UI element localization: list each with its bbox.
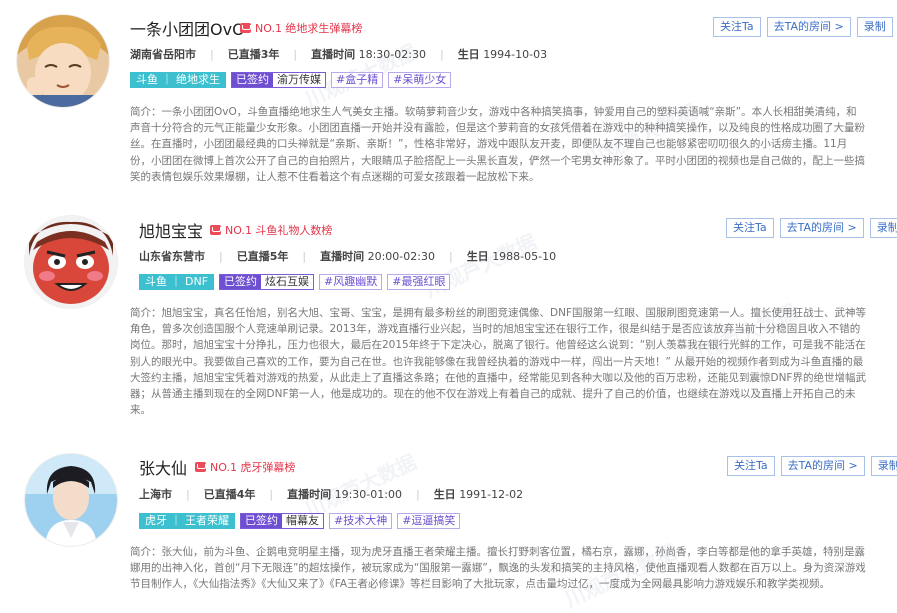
crown-icon (240, 23, 251, 33)
avatar[interactable] (17, 15, 109, 107)
rank-text: NO.1 绝地求生弹幕榜 (255, 22, 363, 35)
hash-tag[interactable]: #盒子精 (331, 72, 384, 88)
signed-agency: 帽幕友 (282, 514, 323, 528)
signed-agency: 渝万传媒 (273, 73, 325, 87)
record-button[interactable]: 录制 (869, 218, 897, 238)
signed-tag[interactable]: 已签约 炫石互娱 (219, 274, 315, 290)
divider: | (293, 47, 298, 61)
streamer-meta: 上海市 | 已直播4年 | 直播时间 19:30-01:00 | 生日 1991… (139, 486, 523, 502)
go-to-room-button[interactable]: 去TA的房间 > (766, 17, 851, 37)
signed-agency: 炫石互娱 (261, 275, 314, 289)
crown-icon (195, 462, 206, 472)
stream-time-value: 20:00-02:30 (367, 249, 435, 263)
divider: | (302, 249, 307, 263)
location: 上海市 (139, 488, 172, 501)
signed-label: 已签约 (241, 514, 282, 528)
record-button[interactable]: 录制 (870, 456, 897, 476)
stream-years: 已直播5年 (236, 250, 289, 263)
follow-button[interactable]: 关注Ta (726, 218, 774, 238)
avatar[interactable] (25, 216, 117, 308)
platform-tag[interactable]: 斗鱼 ｜ DNF (139, 274, 215, 290)
divider: | (186, 487, 190, 501)
tag-row: 虎牙 ｜ 王者荣耀 已签约 帽幕友 #技术大神 #逗逼搞笑 (139, 513, 461, 529)
crown-icon (210, 225, 221, 235)
hash-tag[interactable]: #呆萌少女 (388, 72, 452, 88)
follow-button[interactable]: 关注Ta (727, 456, 775, 476)
rank-badge[interactable]: NO.1 绝地求生弹幕榜 (240, 20, 362, 36)
action-buttons: 关注Ta 去TA的房间 > 录制 (726, 218, 897, 238)
go-to-room-button[interactable]: 去TA的房间 > (779, 218, 864, 238)
stream-years: 已直播4年 (203, 488, 256, 501)
birthday-label: 生日 (433, 488, 456, 501)
divider: | (219, 249, 223, 263)
birthday-label: 生日 (457, 48, 480, 61)
platform-tag[interactable]: 虎牙 ｜ 王者荣耀 (139, 513, 235, 529)
streamer-description: 简介：一条小团团OvO，斗鱼直播绝地求生人气美女主播。软萌萝莉音少女，游戏中各种… (130, 106, 865, 183)
stream-time-value: 19:30-01:00 (334, 487, 402, 501)
tag-row: 斗鱼 ｜ DNF 已签约 炫石互娱 #风趣幽默 #最强红眼 (139, 274, 451, 290)
streamer-description: 简介：张大仙，前为斗鱼、企鹅电竞明星主播，现为虎牙直播王者荣耀主播。擅长打野刺客… (130, 546, 866, 591)
divider: | (415, 487, 420, 501)
streamer-meta: 湖南省岳阳市 | 已直播3年 | 直播时间 18:30-02:30 | 生日 1… (130, 46, 547, 62)
go-to-room-button[interactable]: 去TA的房间 > (780, 456, 865, 476)
rank-badge[interactable]: NO.1 虎牙弹幕榜 (195, 459, 295, 475)
divider: | (448, 249, 453, 263)
hash-tag[interactable]: #逗逼搞笑 (397, 513, 461, 529)
streamer-meta: 山东省东营市 | 已直播5年 | 直播时间 20:00-02:30 | 生日 1… (139, 248, 556, 264)
platform-tag[interactable]: 斗鱼 ｜ 绝地求生 (130, 72, 226, 88)
avatar[interactable] (25, 454, 117, 546)
streamer-description: 简介：旭旭宝宝，真名任怡旭，别名大旭、宝哥、宝宝，是拥有最多粉丝的刷图竞速偶像、… (130, 307, 866, 417)
watermark: 川观芦大数据 (301, 449, 421, 523)
stream-time-label: 直播时间 (320, 250, 365, 263)
tag-row: 斗鱼 ｜ 绝地求生 已签约 渝万传媒 #盒子精 #呆萌少女 (130, 72, 452, 88)
divider: | (439, 47, 444, 61)
streamer-name[interactable]: 一条小团团OvO (130, 16, 245, 40)
follow-button[interactable]: 关注Ta (713, 17, 761, 37)
avatar-image (17, 15, 109, 107)
action-buttons: 关注Ta 去TA的房间 > 录制 (727, 456, 897, 476)
hash-tag[interactable]: #最强红眼 (387, 274, 451, 290)
signed-label: 已签约 (220, 275, 262, 289)
stream-time-label: 直播时间 (287, 488, 332, 501)
action-buttons: 关注Ta 去TA的房间 > 录制 (713, 17, 893, 37)
streamer-name[interactable]: 张大仙 (139, 455, 187, 479)
location: 山东省东营市 (139, 250, 205, 263)
stream-time-value: 18:30-02:30 (358, 47, 426, 61)
rank-text: NO.1 斗鱼礼物人数榜 (225, 224, 333, 237)
record-button[interactable]: 录制 (856, 17, 893, 37)
location: 湖南省岳阳市 (130, 48, 196, 61)
avatar-image (25, 216, 117, 308)
hash-tag[interactable]: #技术大神 (329, 513, 393, 529)
signed-tag[interactable]: 已签约 渝万传媒 (231, 72, 326, 88)
birthday-label: 生日 (466, 250, 489, 263)
hash-tag[interactable]: #风趣幽默 (319, 274, 383, 290)
rank-badge[interactable]: NO.1 斗鱼礼物人数榜 (210, 222, 332, 238)
streamer-name[interactable]: 旭旭宝宝 (139, 218, 203, 242)
rank-text: NO.1 虎牙弹幕榜 (210, 461, 296, 474)
watermark: 川观芦大数据 (421, 229, 541, 303)
divider: | (269, 487, 274, 501)
birthday-value: 1988-05-10 (492, 249, 557, 263)
birthday-value: 1994-10-03 (483, 47, 548, 61)
avatar-image (25, 454, 117, 546)
birthday-value: 1991-12-02 (459, 487, 524, 501)
divider: | (210, 47, 214, 61)
signed-tag[interactable]: 已签约 帽幕友 (240, 513, 324, 529)
stream-years: 已直播3年 (227, 48, 280, 61)
stream-time-label: 直播时间 (311, 48, 356, 61)
signed-label: 已签约 (232, 73, 273, 87)
